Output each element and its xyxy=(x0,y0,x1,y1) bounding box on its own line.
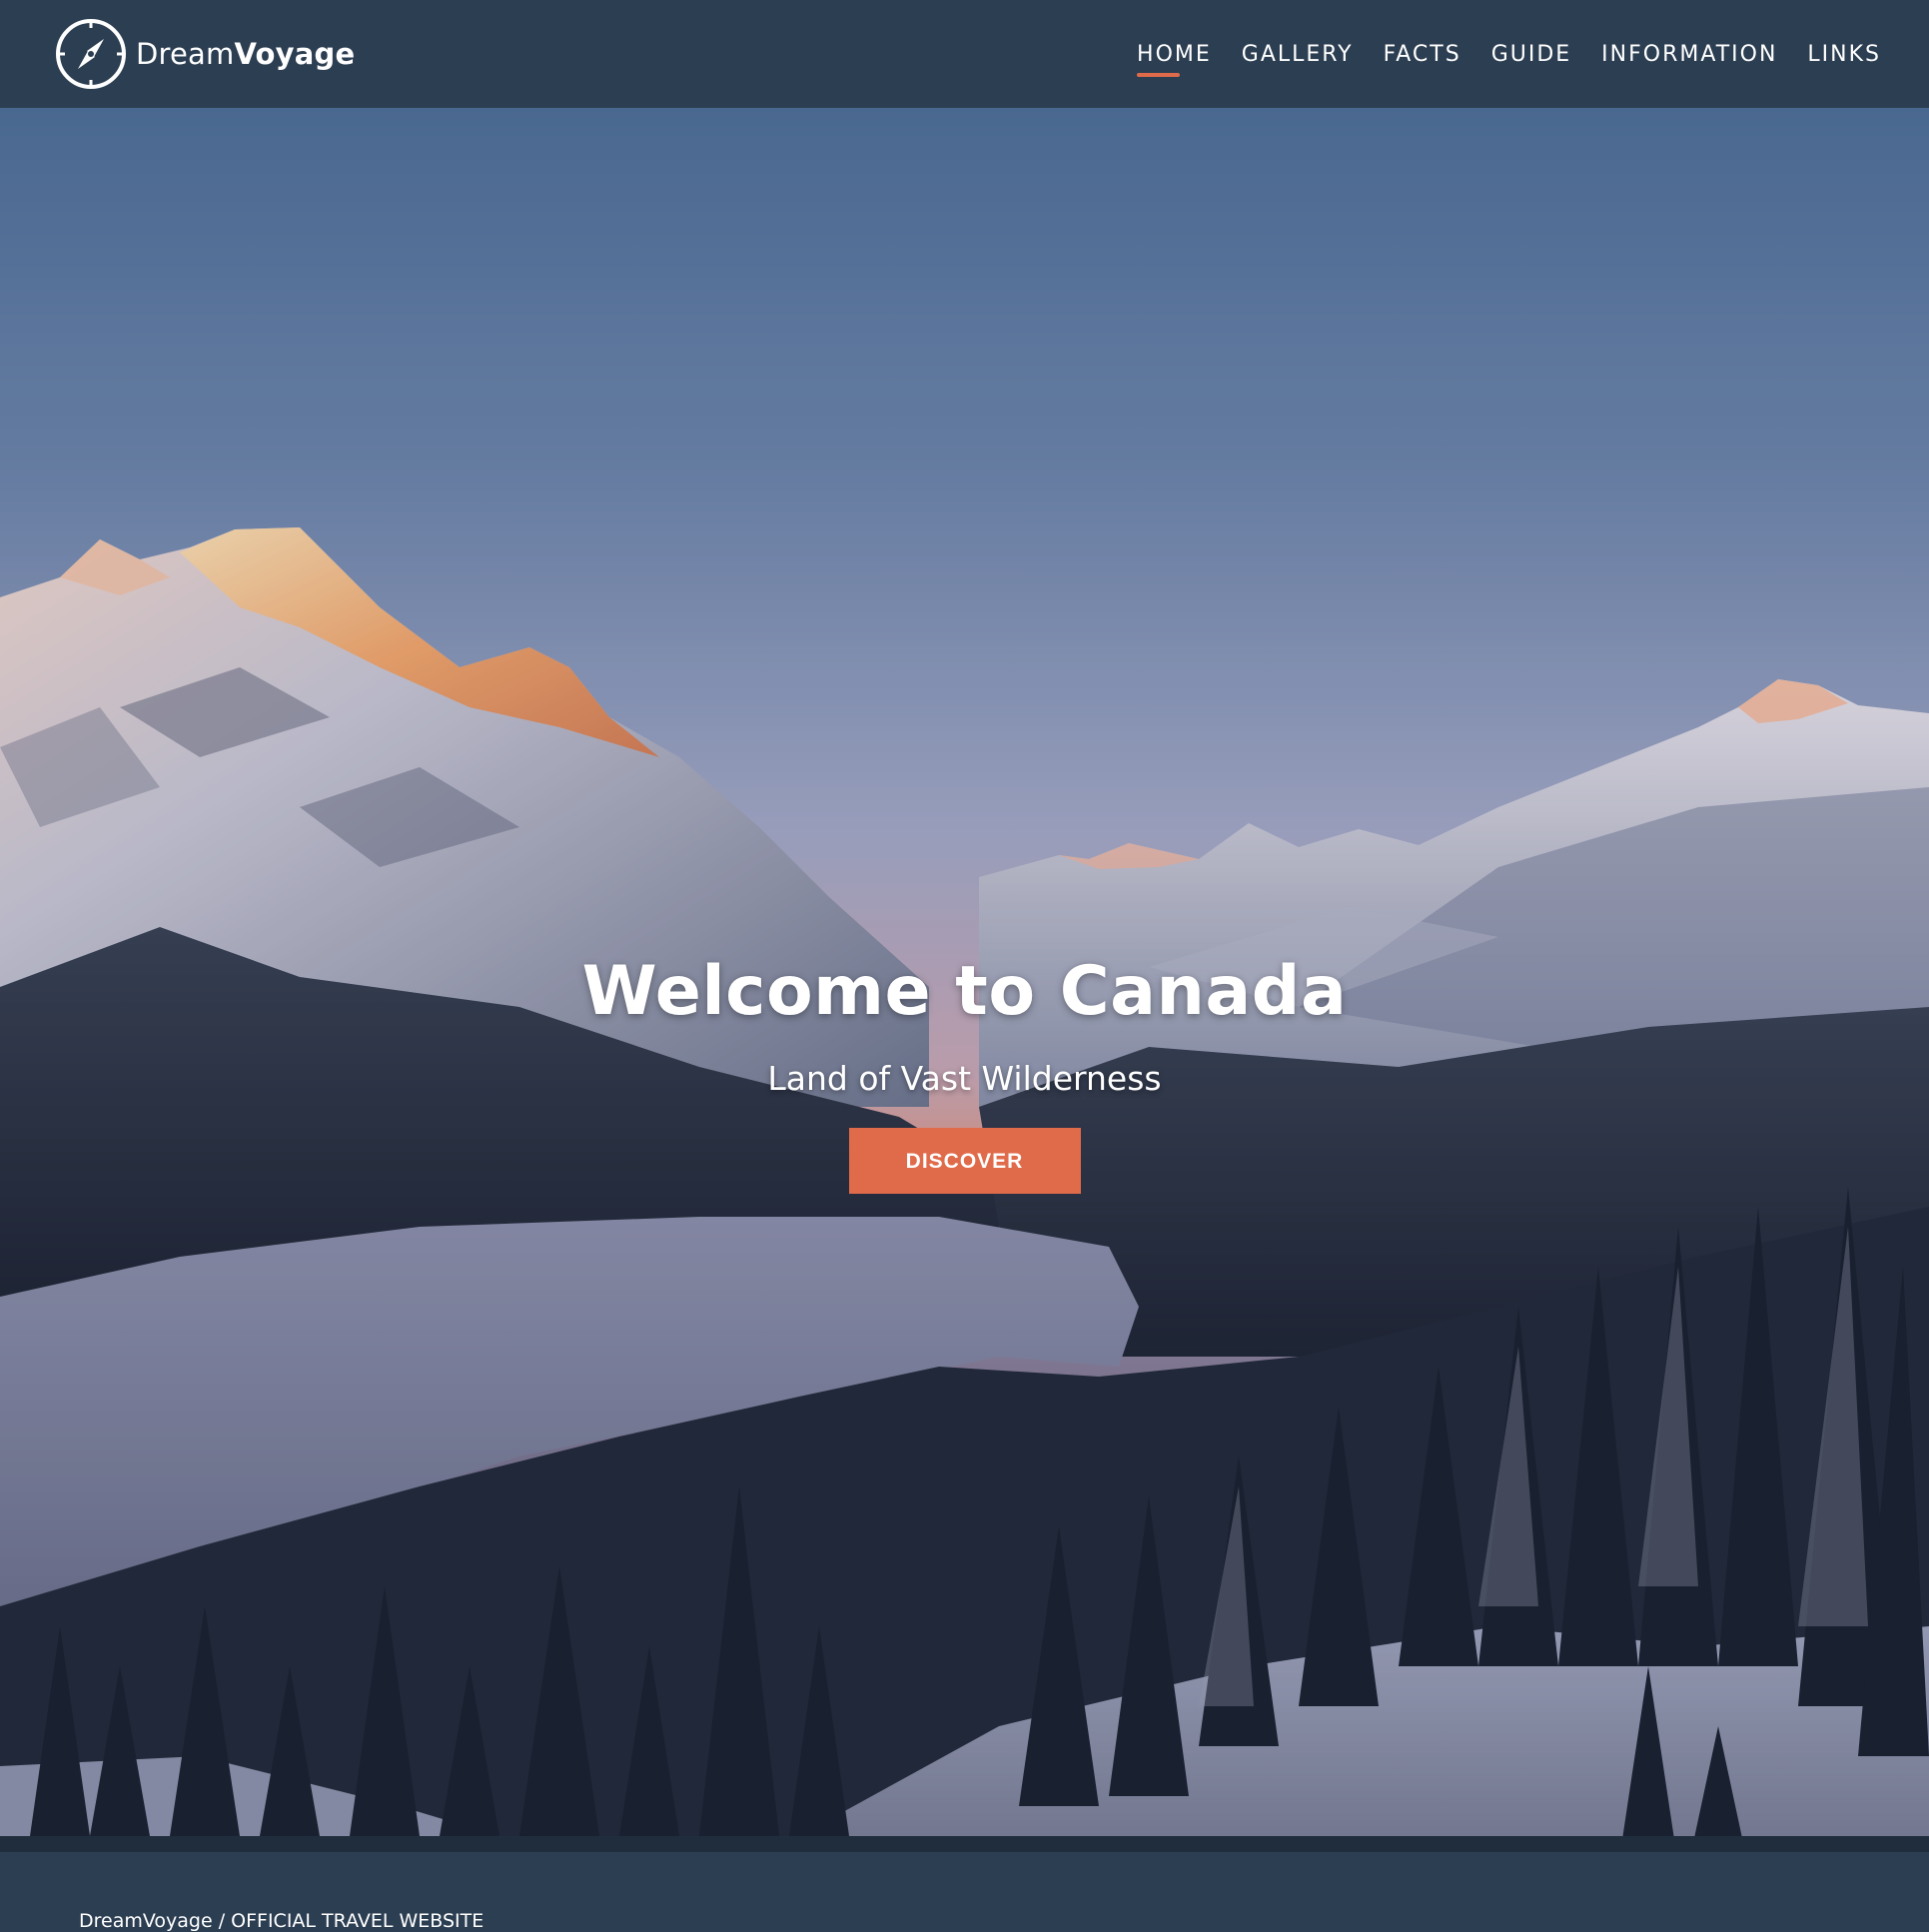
site-footer: DreamVoyage / OFFICIAL TRAVEL WEBSITE xyxy=(0,1852,1929,1932)
nav-guide[interactable]: GUIDE xyxy=(1491,36,1571,73)
discover-button[interactable]: DISCOVER xyxy=(848,1128,1081,1194)
brand-name-bold: Voyage xyxy=(234,37,356,71)
nav-home[interactable]: HOME xyxy=(1137,36,1212,77)
main-nav: HOME GALLERY FACTS GUIDE INFORMATION LIN… xyxy=(1137,36,1881,77)
hero-content: Welcome to Canada Land of Vast Wildernes… xyxy=(0,952,1929,1194)
hero-section: Welcome to Canada Land of Vast Wildernes… xyxy=(0,108,1929,1836)
footer-divider xyxy=(0,1836,1929,1852)
hero-subtitle: Land of Vast Wilderness xyxy=(767,1059,1162,1098)
brand-name: DreamVoyage xyxy=(136,37,355,71)
compass-icon xyxy=(54,17,128,91)
brand-logo[interactable]: DreamVoyage xyxy=(54,17,355,91)
site-header: DreamVoyage HOME GALLERY FACTS GUIDE INF… xyxy=(0,0,1929,108)
nav-links[interactable]: LINKS xyxy=(1807,36,1881,73)
hero-title: Welcome to Canada xyxy=(581,952,1348,1031)
nav-facts[interactable]: FACTS xyxy=(1384,36,1461,73)
nav-information[interactable]: INFORMATION xyxy=(1601,36,1777,73)
brand-name-light: Dream xyxy=(136,37,235,71)
nav-gallery[interactable]: GALLERY xyxy=(1242,36,1354,73)
